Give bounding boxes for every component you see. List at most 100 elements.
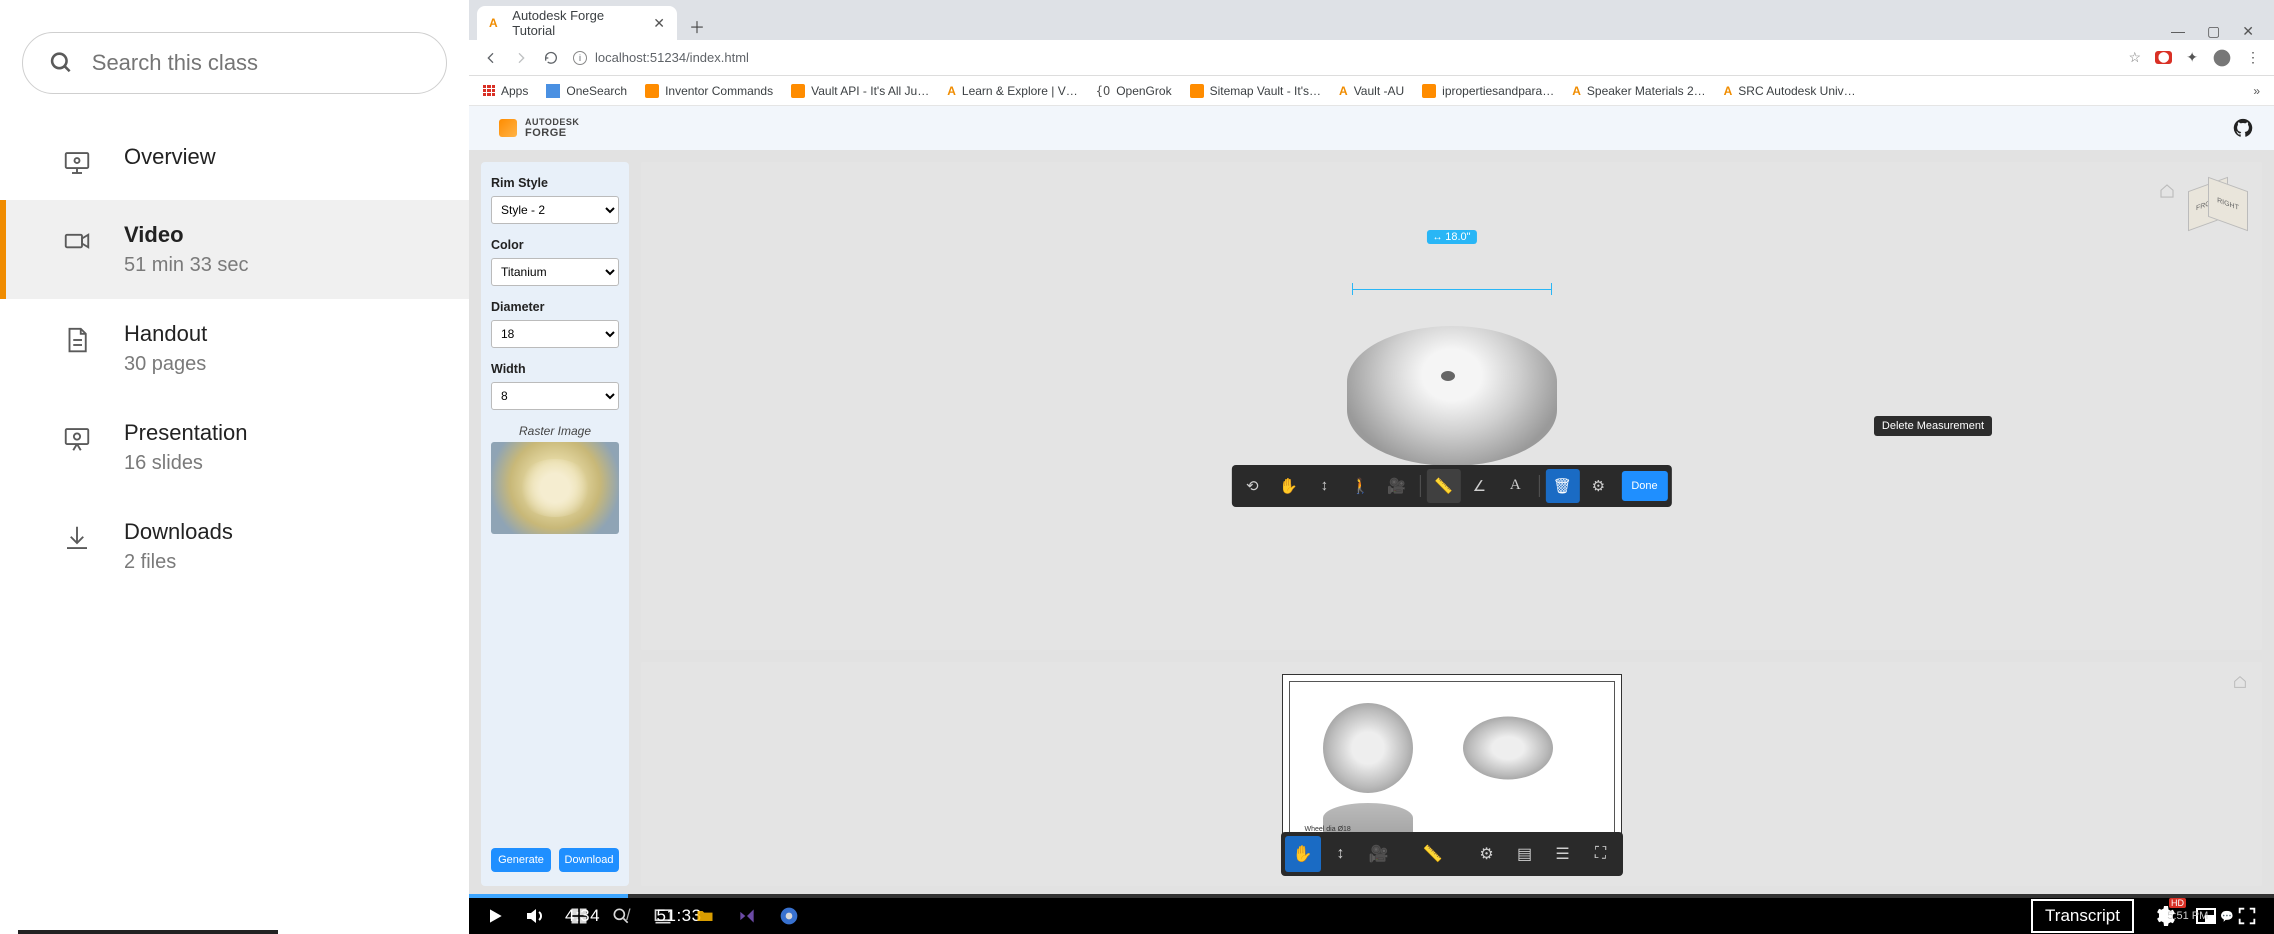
tray-time: 5:51 PM xyxy=(2167,910,2208,922)
camera-icon[interactable]: 🎥 xyxy=(1361,836,1397,872)
diameter-select[interactable]: 18 xyxy=(491,320,619,348)
distance-icon[interactable]: 📏 xyxy=(1426,469,1460,503)
bookmark-learn[interactable]: ALearn & Explore | V… xyxy=(947,84,1078,98)
generate-button[interactable]: Generate xyxy=(491,848,551,872)
done-button[interactable]: Done xyxy=(1621,471,1667,501)
sidebar-item-label: Presentation xyxy=(124,420,248,446)
sidebar-footer-bar xyxy=(18,930,278,934)
bookmark-onesearch[interactable]: OneSearch xyxy=(546,84,627,98)
viewcube[interactable]: FRONT RIGHT xyxy=(2188,176,2244,232)
profile-avatar-icon[interactable] xyxy=(2212,48,2232,68)
windows-search-icon[interactable] xyxy=(611,906,631,926)
notifications-icon[interactable]: 💬 xyxy=(2220,910,2234,923)
home-icon[interactable] xyxy=(2232,674,2248,690)
search-box[interactable] xyxy=(22,32,447,94)
sidebar-item-video[interactable]: Video 51 min 33 sec xyxy=(0,200,469,299)
browser-menu-icon[interactable]: ⋮ xyxy=(2246,49,2260,66)
bookmark-star-icon[interactable]: ☆ xyxy=(2129,49,2142,66)
browser-window: A Autodesk Forge Tutorial ✕ ＋ — ▢ ✕ i xyxy=(469,0,2274,898)
extensions-icon[interactable]: ✦ xyxy=(2186,49,2198,66)
download-button[interactable]: Download xyxy=(559,848,619,872)
reload-icon[interactable] xyxy=(543,50,559,66)
measure-icon[interactable]: 📏 xyxy=(1415,836,1451,872)
tab-close-icon[interactable]: ✕ xyxy=(653,15,665,32)
bookmark-iprops[interactable]: ipropertiesandpara… xyxy=(1422,84,1554,98)
bookmarks-overflow-icon[interactable]: » xyxy=(2253,84,2260,98)
video-area: A Autodesk Forge Tutorial ✕ ＋ — ▢ ✕ i xyxy=(469,0,2274,934)
wheel-model xyxy=(1347,326,1557,466)
bookmark-src[interactable]: ASRC Autodesk Univ… xyxy=(1724,84,1856,98)
browser-tab[interactable]: A Autodesk Forge Tutorial ✕ xyxy=(477,6,677,40)
window-maximize-icon[interactable]: ▢ xyxy=(2207,23,2220,40)
settings-icon[interactable]: ⚙ xyxy=(1469,836,1505,872)
home-icon[interactable] xyxy=(2158,182,2176,200)
new-tab-button[interactable]: ＋ xyxy=(683,12,711,40)
zoom-icon[interactable]: ↕ xyxy=(1307,469,1341,503)
bookmark-opengrok[interactable]: {OOpenGrok xyxy=(1096,84,1172,98)
layers-icon[interactable]: ☰ xyxy=(1545,836,1581,872)
search-input[interactable] xyxy=(92,50,420,76)
window-minimize-icon[interactable]: — xyxy=(2171,23,2185,40)
volume-button[interactable] xyxy=(523,904,547,928)
bookmark-vault-api[interactable]: Vault API - It's All Ju… xyxy=(791,84,929,98)
visual-studio-icon[interactable] xyxy=(737,906,757,926)
pan-icon[interactable]: ✋ xyxy=(1285,836,1321,872)
properties-icon[interactable]: ▤ xyxy=(1507,836,1543,872)
play-button[interactable] xyxy=(485,906,505,926)
sidebar-item-label: Overview xyxy=(124,144,216,170)
slides-icon xyxy=(62,424,92,454)
camera-icon[interactable]: 🎥 xyxy=(1379,469,1413,503)
pan-icon[interactable]: ✋ xyxy=(1271,469,1305,503)
bookmark-speaker[interactable]: ASpeaker Materials 2… xyxy=(1572,84,1705,98)
color-select[interactable]: Titanium xyxy=(491,258,619,286)
config-panel: Rim Style Style - 2 Color Titanium Diame… xyxy=(481,162,629,886)
sidebar-item-label: Downloads xyxy=(124,519,233,545)
delete-icon[interactable]: 🗑 xyxy=(1545,469,1579,503)
fullscreen-button[interactable] xyxy=(2236,905,2258,927)
back-icon[interactable] xyxy=(483,50,499,66)
bookmark-apps[interactable]: Apps xyxy=(483,84,528,98)
measurement-line xyxy=(1352,289,1552,290)
sidebar-item-handout[interactable]: Handout 30 pages xyxy=(0,299,469,398)
sidebar-item-downloads[interactable]: Downloads 2 files xyxy=(0,497,469,596)
forward-icon[interactable] xyxy=(513,50,529,66)
viewcube-face[interactable]: RIGHT xyxy=(2208,177,2248,232)
rim-style-select[interactable]: Style - 2 xyxy=(491,196,619,224)
viewer-2d[interactable]: Wheel dia Ø18 ✋ ↕ 🎥 📏 ⚙ ▤ ☰ ⛶ xyxy=(641,662,2262,886)
viewer-toolbar: ✋ ↕ 🎥 📏 ⚙ ▤ ☰ ⛶ xyxy=(1281,832,1623,876)
github-icon[interactable] xyxy=(2232,117,2254,139)
site-info-icon[interactable]: i xyxy=(573,51,587,65)
url-field[interactable]: i localhost:51234/index.html xyxy=(573,50,2115,65)
raster-image-label: Raster Image xyxy=(491,424,619,438)
width-select[interactable]: 8 xyxy=(491,382,619,410)
orbit-icon[interactable]: ⟲ xyxy=(1235,469,1269,503)
bookmark-vaultau[interactable]: AVault -AU xyxy=(1339,84,1404,98)
transcript-button[interactable]: Transcript xyxy=(2031,899,2134,933)
zoom-icon[interactable]: ↕ xyxy=(1323,836,1359,872)
chrome-icon[interactable] xyxy=(779,906,799,926)
window-close-icon[interactable]: ✕ xyxy=(2242,23,2254,40)
settings-icon[interactable]: ⚙ xyxy=(1581,469,1615,503)
fullscreen-icon[interactable]: ⛶ xyxy=(1583,836,1619,872)
forge-header: AUTODESK FORGE xyxy=(469,106,2274,150)
forge-brand-top: AUTODESK xyxy=(525,117,579,127)
windows-start-icon[interactable] xyxy=(569,906,589,926)
walk-icon[interactable]: 🚶 xyxy=(1343,469,1377,503)
viewer-3d[interactable]: FRONT RIGHT 18.0" Delete Measurement ⟲ ✋ xyxy=(641,162,2262,650)
sidebar-item-overview[interactable]: Overview xyxy=(0,122,469,200)
extension-badge-icon[interactable]: ⬤ xyxy=(2155,51,2172,64)
bookmark-inventor[interactable]: Inventor Commands xyxy=(645,84,773,98)
download-icon xyxy=(62,523,92,553)
sidebar-item-label: Handout xyxy=(124,321,207,347)
forge-body: Rim Style Style - 2 Color Titanium Diame… xyxy=(469,150,2274,898)
file-explorer-icon[interactable] xyxy=(695,906,715,926)
task-view-icon[interactable] xyxy=(653,906,673,926)
forge-mark-icon xyxy=(499,119,517,137)
bookmark-sitemap[interactable]: Sitemap Vault - It's… xyxy=(1190,84,1321,98)
angle-icon[interactable]: ∠ xyxy=(1462,469,1496,503)
search-icon xyxy=(49,49,74,77)
fullscreen-icon xyxy=(2236,905,2258,927)
text-icon[interactable]: A xyxy=(1498,469,1532,503)
sidebar-item-presentation[interactable]: Presentation 16 slides xyxy=(0,398,469,497)
class-sidebar: Overview Video 51 min 33 sec Handout 30 … xyxy=(0,0,469,934)
